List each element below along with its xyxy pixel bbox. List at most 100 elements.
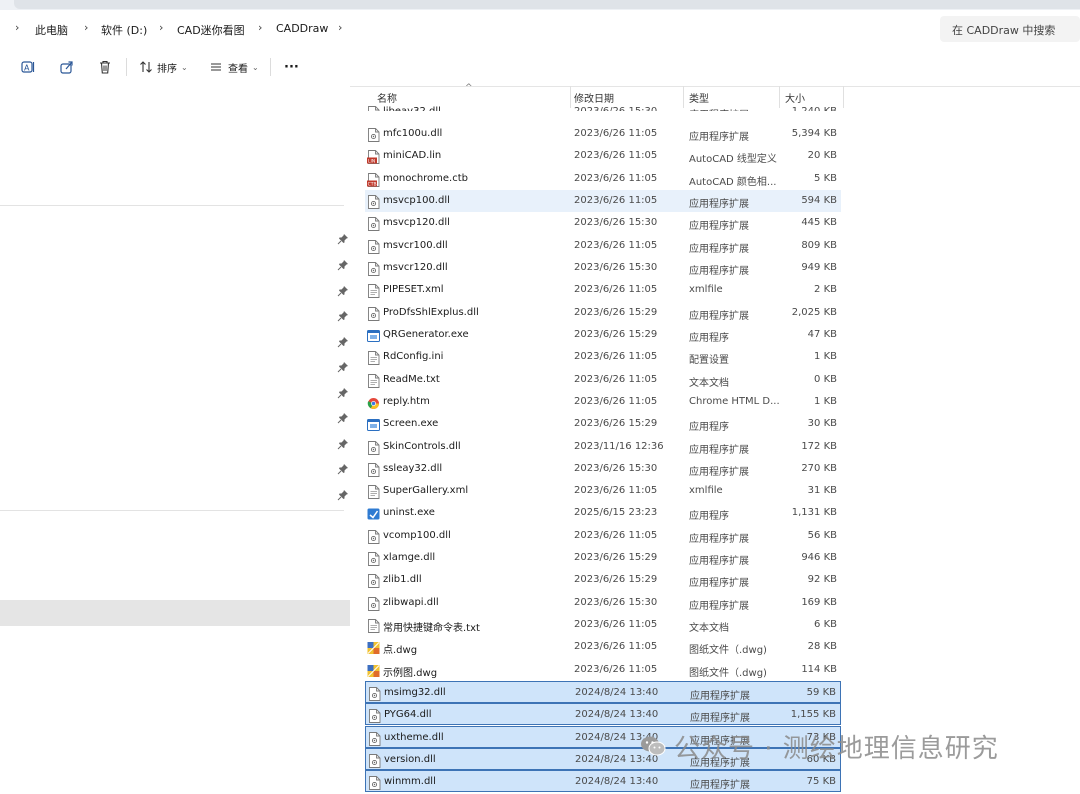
- dwg-file-icon: [367, 663, 380, 677]
- dll-file-icon: [368, 686, 381, 701]
- file-modified-date: 2023/6/26 15:30: [574, 262, 658, 273]
- file-type: 应用程序: [689, 511, 729, 522]
- pin-icon[interactable]: [337, 256, 349, 271]
- file-row[interactable]: 点.dwg 2023/6/26 11:05 图纸文件（.dwg) 28 KB: [365, 636, 841, 658]
- watermark: 公众号 · 测绘地理信息研究: [640, 728, 999, 764]
- view-button[interactable]: 查看 ⌄: [209, 56, 259, 78]
- file-name: QRGenerator.exe: [383, 329, 469, 340]
- share-button[interactable]: [59, 56, 75, 78]
- file-name: 常用快捷键命令表.txt: [383, 623, 480, 634]
- nav-divider: [0, 205, 344, 206]
- file-row[interactable]: SuperGallery.xml 2023/6/26 11:05 xmlfile 31…: [365, 480, 841, 502]
- file-row[interactable]: reply.htm 2023/6/26 11:05 Chrome HTML D...…: [365, 391, 841, 413]
- pin-icon[interactable]: [337, 486, 349, 501]
- file-size: 5 KB: [814, 173, 837, 184]
- rename-button[interactable]: A: [20, 56, 36, 78]
- file-row[interactable]: msvcp100.dll 2023/6/26 11:05 应用程序扩展 594 KB: [365, 190, 841, 212]
- dll-file-icon: [367, 462, 380, 477]
- file-row[interactable]: mfc100u.dll 2023/6/26 11:05 应用程序扩展 5,394 KB: [365, 123, 841, 145]
- xml-file-icon: [367, 484, 380, 499]
- file-modified-date: 2023/6/26 11:05: [574, 374, 658, 385]
- pin-icon[interactable]: [337, 230, 349, 245]
- expand-chevron-icon[interactable]: ›: [15, 21, 19, 34]
- breadcrumb-this-pc[interactable]: 此电脑: [35, 22, 68, 38]
- file-row[interactable]: Screen.exe 2023/6/26 15:29 应用程序 30 KB: [365, 413, 841, 435]
- file-modified-date: 2025/6/15 23:23: [574, 507, 658, 518]
- breadcrumb-separator-icon[interactable]: ›: [159, 21, 163, 34]
- file-row[interactable]: RdConfig.ini 2023/6/26 11:05 配置设置 1 KB: [365, 346, 841, 368]
- file-row[interactable]: msvcr120.dll 2023/6/26 15:30 应用程序扩展 949 KB: [365, 257, 841, 279]
- file-row[interactable]: vcomp100.dll 2023/6/26 11:05 应用程序扩展 56 KB: [365, 525, 841, 547]
- file-row[interactable]: xlamge.dll 2023/6/26 15:29 应用程序扩展 946 KB: [365, 547, 841, 569]
- breadcrumb-separator-icon[interactable]: ›: [338, 21, 342, 34]
- address-bar[interactable]: › 此电脑 › 软件 (D:) › CAD迷你看图 › CADDraw › 在 …: [0, 12, 1080, 48]
- pin-icon[interactable]: [337, 282, 349, 297]
- breadcrumb-cad-viewer[interactable]: CAD迷你看图: [177, 22, 245, 38]
- file-row[interactable]: PIPESET.xml 2023/6/26 11:05 xmlfile 2 KB: [365, 279, 841, 301]
- file-modified-date: 2023/6/26 11:05: [574, 128, 658, 139]
- dwg-file-icon: [367, 640, 380, 654]
- breadcrumb-separator-icon[interactable]: ›: [258, 21, 262, 34]
- file-type: xmlfile: [689, 485, 723, 496]
- sort-ascending-icon: ^: [465, 83, 473, 93]
- file-row[interactable]: 示例图.dwg 2023/6/26 11:05 图纸文件（.dwg) 114 KB: [365, 659, 841, 681]
- file-row[interactable]: msvcr100.dll 2023/6/26 11:05 应用程序扩展 809 KB: [365, 235, 841, 257]
- breadcrumb-caddraw[interactable]: CADDraw: [276, 22, 328, 35]
- file-name: monochrome.ctb: [383, 173, 468, 184]
- file-row[interactable]: SkinControls.dll 2023/11/16 12:36 应用程序扩展 17…: [365, 436, 841, 458]
- file-name: uxtheme.dll: [384, 732, 444, 743]
- more-options-button[interactable]: ···: [284, 56, 299, 78]
- column-divider[interactable]: [843, 86, 844, 108]
- file-row[interactable]: zlib1.dll 2023/6/26 15:29 应用程序扩展 92 KB: [365, 569, 841, 591]
- file-size: 31 KB: [807, 485, 837, 496]
- file-type: 应用程序扩展: [689, 199, 749, 210]
- pin-icon[interactable]: [337, 307, 349, 322]
- txt-file-icon: [367, 373, 380, 388]
- file-name: msvcp120.dll: [383, 217, 450, 228]
- file-row[interactable]: ssleay32.dll 2023/6/26 15:30 应用程序扩展 270 KB: [365, 458, 841, 480]
- file-row[interactable]: winmm.dll 2024/8/24 13:40 应用程序扩展 75 KB: [365, 770, 841, 792]
- file-size: 28 KB: [807, 641, 837, 652]
- file-type: 图纸文件（.dwg): [689, 645, 767, 656]
- file-modified-date: 2023/6/26 15:30: [574, 106, 657, 111]
- file-name: uninst.exe: [383, 507, 435, 518]
- file-row[interactable]: ProDfsShlExplus.dll 2023/6/26 15:29 应用程序扩展…: [365, 302, 841, 324]
- file-modified-date: 2023/6/26 11:05: [574, 664, 658, 675]
- breadcrumb-separator-icon[interactable]: ›: [84, 21, 88, 34]
- pin-icon[interactable]: [337, 333, 349, 348]
- file-row[interactable]: zlibwapi.dll 2023/6/26 15:30 应用程序扩展 169 KB: [365, 592, 841, 614]
- pin-icon[interactable]: [337, 460, 349, 475]
- delete-button[interactable]: [97, 56, 113, 78]
- file-row[interactable]: 常用快捷键命令表.txt 2023/6/26 11:05 文本文档 6 KB: [365, 614, 841, 636]
- file-name: version.dll: [384, 754, 436, 765]
- file-type: 应用程序扩展: [689, 556, 749, 567]
- breadcrumb-drive-d[interactable]: 软件 (D:): [101, 22, 147, 38]
- file-row[interactable]: libeay32.dll 2023/6/26 15:30 应用程序扩展 1,240 K…: [365, 101, 841, 111]
- file-row[interactable]: msvcp120.dll 2023/6/26 15:30 应用程序扩展 445 KB: [365, 212, 841, 234]
- file-row[interactable]: QRGenerator.exe 2023/6/26 15:29 应用程序 47 KB: [365, 324, 841, 346]
- file-type: 应用程序扩展: [689, 221, 749, 232]
- file-type: 应用程序扩展: [689, 132, 749, 143]
- file-size: 2 KB: [814, 284, 837, 295]
- sort-button[interactable]: 排序 ⌄: [139, 56, 188, 78]
- file-row[interactable]: CTB monochrome.ctb 2023/6/26 11:05 AutoCAD …: [365, 168, 841, 190]
- file-row[interactable]: PYG64.dll 2024/8/24 13:40 应用程序扩展 1,155 KB: [365, 703, 841, 725]
- search-placeholder: 在 CADDraw 中搜索: [952, 24, 1056, 37]
- file-name: msimg32.dll: [384, 687, 446, 698]
- file-modified-date: 2024/8/24 13:40: [575, 776, 659, 787]
- file-type: 应用程序扩展: [689, 534, 749, 545]
- search-box[interactable]: 在 CADDraw 中搜索: [940, 16, 1080, 42]
- share-icon: [60, 61, 73, 74]
- pin-icon[interactable]: [337, 358, 349, 373]
- pin-icon[interactable]: [337, 435, 349, 450]
- wechat-icon: [641, 736, 666, 756]
- file-row[interactable]: ReadMe.txt 2023/6/26 11:05 文本文档 0 KB: [365, 369, 841, 391]
- file-row[interactable]: uninst.exe 2025/6/15 23:23 应用程序 1,131 KB: [365, 502, 841, 524]
- file-row[interactable]: LIN miniCAD.lin 2023/6/26 11:05 AutoCAD 线型定…: [365, 145, 841, 167]
- file-type: 应用程序扩展: [690, 691, 750, 702]
- file-modified-date: 2023/6/26 11:05: [574, 240, 658, 251]
- nav-selected-item[interactable]: [0, 600, 350, 626]
- pin-icon[interactable]: [337, 384, 349, 399]
- pin-icon[interactable]: [337, 409, 349, 424]
- file-row[interactable]: msimg32.dll 2024/8/24 13:40 应用程序扩展 59 KB: [365, 681, 841, 703]
